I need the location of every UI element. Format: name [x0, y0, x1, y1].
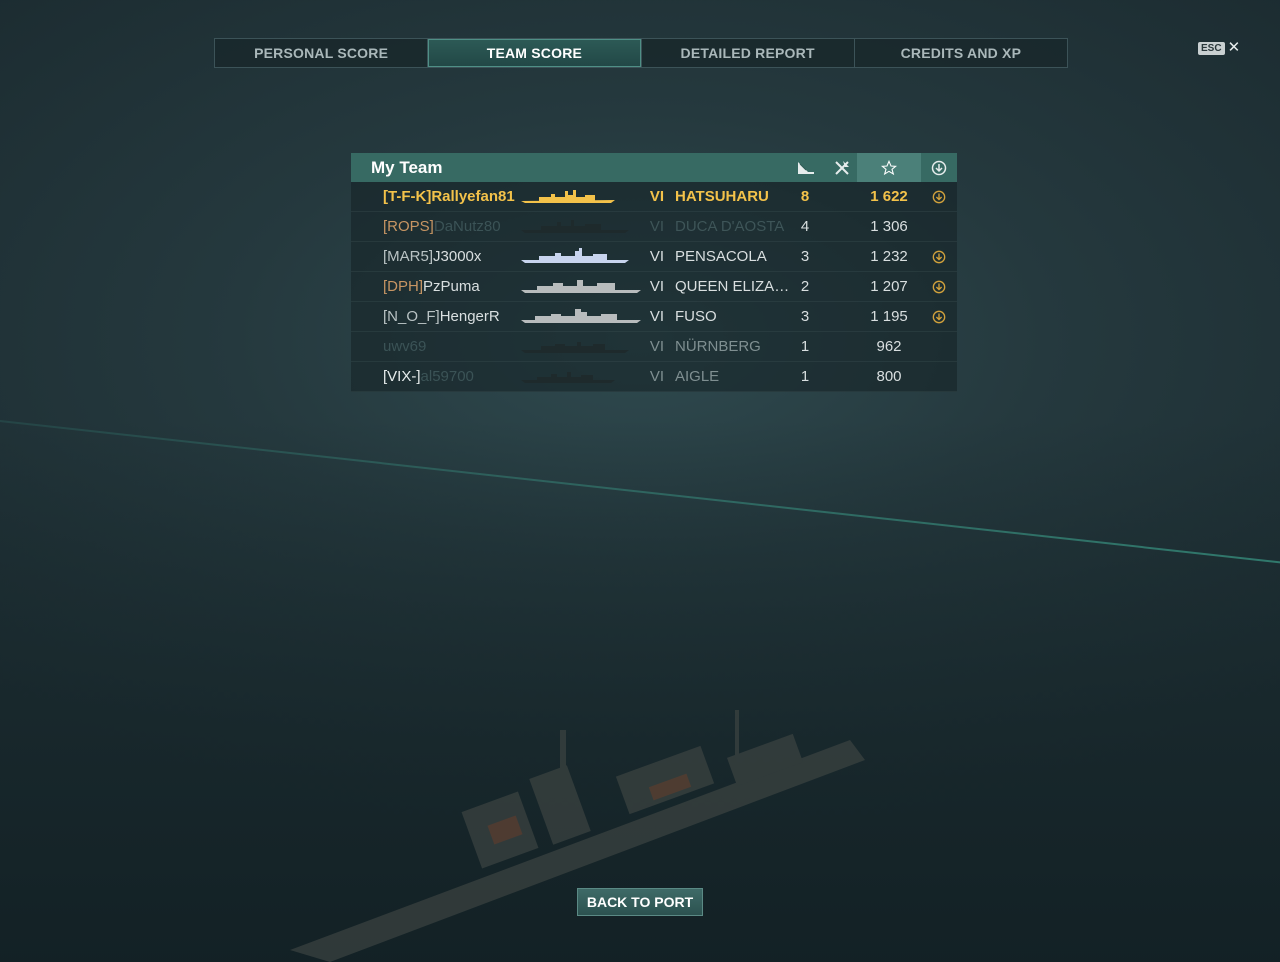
player-name: [T-F-K]Rallyefan81 — [383, 182, 515, 211]
base-xp-score: 1 232 — [870, 248, 908, 265]
rank-badge-icon — [929, 302, 949, 331]
table-row[interactable]: [VIX-]al59700 VI AIGLE 1 800 — [351, 362, 957, 392]
ship-name: HATSUHARU — [675, 188, 769, 205]
table-row[interactable]: [ROPS]DaNutz80 VI DUCA D'AOSTA 4 1 306 — [351, 212, 957, 242]
ship-tier: VI — [649, 248, 665, 265]
kills-count: 4 — [800, 218, 810, 235]
rank-badge-icon — [929, 182, 949, 211]
ship-tier: VI — [649, 338, 665, 355]
rank-badge-icon — [929, 242, 949, 271]
player-name: [DPH]PzPuma — [383, 272, 515, 301]
ship-name: FUSO — [675, 308, 717, 325]
kills-count: 3 — [800, 248, 810, 265]
ship-tier: VI — [649, 278, 665, 295]
clan-tag: [VIX-] — [383, 368, 421, 385]
rank-badge-icon — [929, 272, 949, 301]
player-nick: Rallyefan81 — [431, 188, 515, 205]
ship-silhouette-icon — [521, 242, 633, 271]
ship-tier: VI — [649, 188, 665, 205]
star-icon — [857, 153, 921, 182]
clan-tag: [N_O_F] — [383, 308, 440, 325]
back-to-port-button[interactable]: BACK TO PORT — [577, 888, 703, 916]
kills-count: 8 — [800, 188, 810, 205]
tab-personal-score[interactable]: PERSONAL SCORE — [215, 39, 429, 67]
player-name: [N_O_F]HengerR — [383, 302, 515, 331]
ship-silhouette-icon — [521, 272, 641, 301]
table-row[interactable]: uwv69 VI NÜRNBERG 1 962 — [351, 332, 957, 362]
kills-count: 2 — [800, 278, 810, 295]
kills-count: 3 — [800, 308, 810, 325]
result-tabs: PERSONAL SCORE TEAM SCORE DETAILED REPOR… — [214, 38, 1068, 68]
ship-name: QUEEN ELIZAB... — [675, 278, 791, 295]
ship-silhouette-icon — [521, 302, 641, 331]
background-ship-image — [290, 710, 865, 962]
player-nick: HengerR — [439, 308, 500, 325]
ship-name: NÜRNBERG — [675, 338, 761, 355]
esc-key-label: ESC — [1198, 41, 1225, 55]
base-xp-score: 800 — [876, 368, 902, 385]
base-xp-score: 962 — [876, 338, 902, 355]
kills-count: 1 — [800, 338, 810, 355]
close-icon: ✕ — [1227, 39, 1241, 56]
rank-icon — [923, 153, 955, 182]
ship-tier: VI — [649, 368, 665, 385]
base-xp-score: 1 195 — [870, 308, 908, 325]
table-row[interactable]: [N_O_F]HengerR VI FUSO 3 1 195 — [351, 302, 957, 332]
team-header: My Team — [351, 153, 957, 182]
ship-name: DUCA D'AOSTA — [675, 218, 785, 235]
table-row[interactable]: [T-F-K]Rallyefan81 VI HATSUHARU 8 1 622 — [351, 182, 957, 212]
ship-silhouette-icon — [521, 212, 633, 241]
ship-silhouette-icon — [521, 332, 633, 361]
tab-team-score[interactable]: TEAM SCORE — [428, 39, 642, 67]
clan-tag: [T-F-K] — [383, 188, 432, 205]
player-name: uwv69 — [383, 332, 515, 361]
planes-destroyed-icon — [827, 153, 857, 182]
base-xp-score: 1 622 — [870, 188, 908, 205]
team-score-table: My Team [T-F-K]Rallyefan81 VI HATSUHARU … — [351, 153, 957, 392]
ship-silhouette-icon — [521, 362, 633, 391]
table-row[interactable]: [DPH]PzPuma VI QUEEN ELIZAB... 2 1 207 — [351, 272, 957, 302]
ship-tier: VI — [649, 308, 665, 325]
base-xp-score: 1 207 — [870, 278, 908, 295]
clan-tag: [ROPS] — [383, 218, 434, 235]
player-nick: DaNutz80 — [433, 218, 501, 235]
player-nick: al59700 — [420, 368, 474, 385]
ship-tier: VI — [649, 218, 665, 235]
player-nick: J3000x — [433, 248, 482, 265]
player-nick: uwv69 — [383, 338, 427, 355]
kills-count: 1 — [800, 368, 810, 385]
ships-destroyed-icon — [791, 153, 821, 182]
player-name: [VIX-]al59700 — [383, 362, 515, 391]
base-xp-score: 1 306 — [870, 218, 908, 235]
player-name: [ROPS]DaNutz80 — [383, 212, 515, 241]
ship-name: AIGLE — [675, 368, 720, 385]
close-button[interactable]: ESC ✕ — [1198, 39, 1241, 56]
table-row[interactable]: [MAR5]J3000x VI PENSACOLA 3 1 232 — [351, 242, 957, 272]
tab-credits-and-xp[interactable]: CREDITS AND XP — [855, 39, 1067, 67]
tab-detailed-report[interactable]: DETAILED REPORT — [642, 39, 855, 67]
player-name: [MAR5]J3000x — [383, 242, 515, 271]
clan-tag: [DPH] — [383, 278, 424, 295]
ship-silhouette-icon — [521, 182, 633, 211]
player-nick: PzPuma — [423, 278, 480, 295]
ship-name: PENSACOLA — [675, 248, 767, 265]
clan-tag: [MAR5] — [383, 248, 434, 265]
